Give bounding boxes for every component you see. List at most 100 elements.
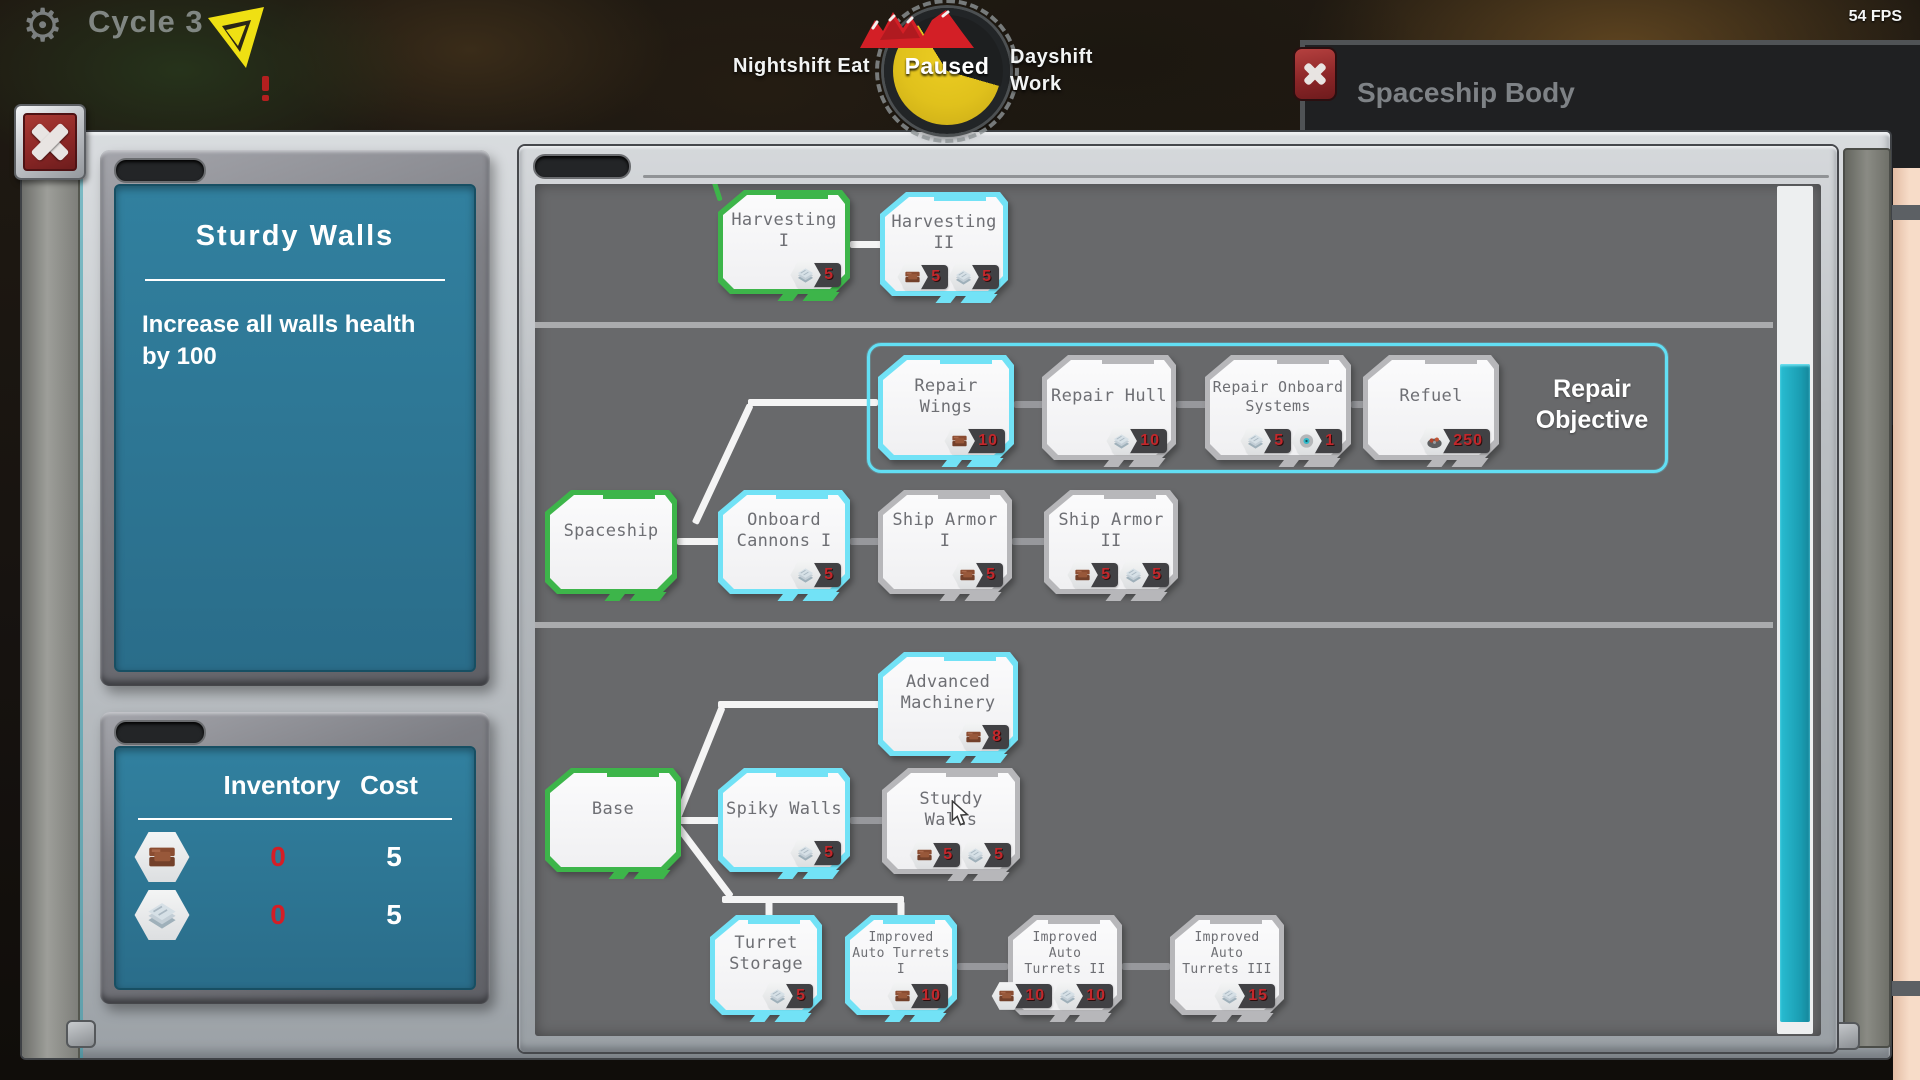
tier-separator (535, 622, 1773, 628)
cost-value: 8 (992, 728, 1002, 746)
cost-badge: 5 (916, 843, 960, 867)
cost-value: 5 (1101, 566, 1111, 584)
inventory-row: 05 (116, 886, 474, 944)
cost-value: 5 (994, 846, 1004, 864)
paused-label: Paused (893, 53, 1001, 80)
tech-node-onboard-cannons-1[interactable]: Onboard Cannons I5 (718, 490, 850, 594)
game-screen: Spaceship Body Sturdy Walls Increase all… (0, 0, 1920, 1080)
tech-node-improved-auto-turrets-1[interactable]: Improved Auto Turrets I10 (845, 915, 957, 1015)
node-stripe (964, 592, 1001, 601)
tech-node-improved-auto-turrets-3[interactable]: Improved Auto Turrets III15 (1170, 915, 1284, 1015)
cost-value: 5 (931, 268, 941, 286)
inventory-row: 05 (116, 828, 474, 886)
cost-badge: 15 (1221, 984, 1275, 1008)
dayshift-mode-label: Dayshift Work (1010, 44, 1110, 98)
inventory-header: Inventory (202, 770, 362, 801)
tech-node-spaceship[interactable]: Spaceship (545, 490, 677, 594)
cost-row: 15 (1221, 984, 1275, 1008)
tech-node-ship-armor-2[interactable]: Ship Armor II55 (1044, 490, 1178, 594)
tech-node-label: Improved Auto Turrets III (1177, 921, 1277, 987)
tech-node-improved-auto-turrets-2[interactable]: Improved Auto Turrets II1010 (1008, 915, 1122, 1015)
nightshift-mode-label: Nightshift Eat (690, 55, 870, 78)
inventory-amount: 0 (208, 899, 348, 931)
cost-badge: 10 (894, 984, 948, 1008)
tech-node-label: Spaceship (552, 496, 670, 566)
tree-connector (679, 817, 720, 824)
inventory-amount: 0 (208, 841, 348, 873)
repair-objective-label: Repair Objective (1512, 374, 1672, 437)
cost-badge: 5 (1074, 563, 1118, 587)
cost-badge: 1 (1298, 429, 1342, 453)
panel-tab (114, 158, 206, 183)
tree-connector (850, 538, 880, 545)
tech-node-label: Repair Onboard Systems (1212, 361, 1344, 432)
tech-node-label: Harvesting I (725, 196, 843, 266)
tech-tree-canvas[interactable]: Repair ObjectiveHarvesting I5Harvesting … (535, 184, 1821, 1036)
tech-node-ship-armor-1[interactable]: Ship Armor I5 (878, 490, 1012, 594)
window-frame-left (22, 132, 80, 1058)
node-stripe (1236, 1013, 1273, 1022)
tech-node-base[interactable]: Base (545, 768, 681, 872)
tech-node-repair-hull[interactable]: Repair Hull10 (1042, 355, 1176, 460)
tree-connector (718, 701, 886, 708)
cost-badge: 5 (797, 841, 841, 865)
tech-node-label: Improved Auto Turrets II (1015, 921, 1115, 987)
cost-row: 1010 (998, 984, 1113, 1008)
tech-node-spiky-walls[interactable]: Spiky Walls5 (718, 768, 850, 872)
tree-connector (1012, 538, 1046, 545)
cost-row: 5 (769, 984, 813, 1008)
cost-row: 8 (965, 725, 1009, 749)
tech-node-label: Refuel (1370, 361, 1492, 432)
cost-value: 5 (1274, 432, 1284, 450)
scrollbar-thumb[interactable] (1780, 364, 1810, 1022)
cost-row: 5 (797, 563, 841, 587)
cost-badge: 10 (951, 429, 1005, 453)
window-close-button[interactable] (14, 104, 86, 180)
divider (138, 818, 452, 820)
tier-separator (535, 322, 1773, 328)
brick-icon (991, 982, 1022, 1011)
tech-node-advanced-machinery[interactable]: Advanced Machinery8 (878, 652, 1018, 756)
tech-node-label: Improved Auto Turrets I (852, 921, 950, 987)
scrollbar-track[interactable] (1777, 186, 1813, 1034)
right-edge-bar (1890, 205, 1920, 220)
cost-value: 5 (1152, 566, 1162, 584)
cost-value: 5 (943, 846, 953, 864)
tech-node-label: Repair Wings (885, 361, 1007, 432)
tree-connector (722, 896, 904, 903)
tech-node-repair-onboard-systems[interactable]: Repair Onboard Systems51 (1205, 355, 1351, 460)
cost-row: 10 (951, 429, 1005, 453)
cost-row: 250 (1426, 429, 1490, 453)
cost-badge: 10 (998, 984, 1052, 1008)
bolt-icon (66, 1020, 96, 1048)
frame-line (643, 175, 1829, 178)
flag-icon[interactable] (204, 4, 270, 75)
tech-node-label: Base (552, 774, 674, 844)
inventory-panel: Inventory Cost 0505 (100, 712, 490, 1004)
tree-connector (748, 399, 878, 406)
tech-node-label: Repair Hull (1049, 361, 1169, 432)
tech-node-refuel[interactable]: Refuel250 (1363, 355, 1499, 460)
tech-node-repair-wings[interactable]: Repair Wings10 (878, 355, 1014, 460)
node-stripe (972, 872, 1009, 881)
tech-node-harvesting-1[interactable]: Harvesting I5 (718, 190, 850, 294)
spaceship-body-close-button[interactable] (1293, 47, 1337, 101)
cost-value: 5 (982, 268, 992, 286)
close-icon (23, 113, 77, 171)
node-stripe (960, 294, 997, 303)
cycle-counter: Cycle 3 (88, 4, 204, 40)
spaceship-body-title: Spaceship Body (1357, 77, 1575, 109)
divider (145, 279, 445, 281)
mouse-cursor (948, 800, 974, 833)
tech-node-turret-storage[interactable]: Turret Storage5 (710, 915, 822, 1015)
alert-exclamation-icon (262, 76, 269, 91)
window-frame-right (1843, 148, 1891, 1048)
node-stripe (970, 754, 1007, 763)
selected-tech-description: Increase all walls health by 100 (142, 309, 448, 372)
tech-node-label: Advanced Machinery (885, 658, 1011, 728)
metal-icon (1118, 561, 1149, 590)
tech-node-harvesting-2[interactable]: Harvesting II55 (880, 192, 1008, 296)
cost-value: 5 (824, 266, 834, 284)
settings-gear-icon[interactable]: ⚙ (22, 0, 63, 52)
window-accent-line (80, 132, 83, 1058)
